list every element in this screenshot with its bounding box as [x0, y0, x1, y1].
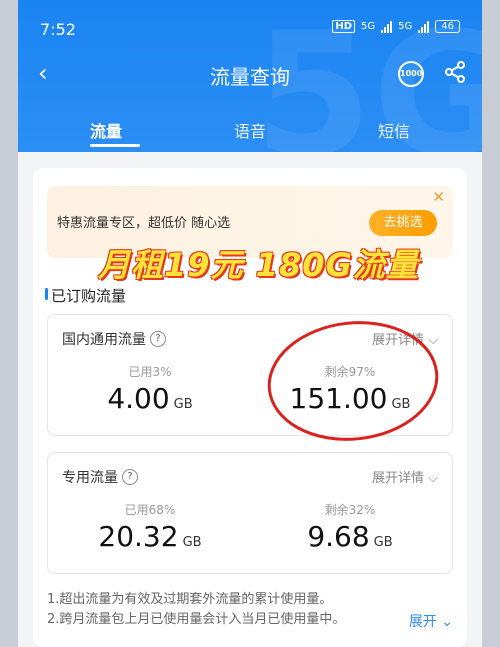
special-expand-detail[interactable]: 展开详情 ⌵ [372, 467, 438, 486]
remain-unit: GB [373, 535, 393, 550]
notes: 1.超出流量为有效及过期套外流量的累计使用量。 2.跨月流量包上月已使用量会计入… [47, 590, 345, 630]
tab-sms[interactable]: 短信 [378, 118, 410, 142]
service-10000-icon[interactable]: 1000 [398, 61, 424, 87]
help-icon[interactable]: ? [122, 469, 138, 485]
signal-icon [381, 20, 393, 33]
remain-value: 9.68 [307, 520, 370, 553]
hd-icon: HD [332, 20, 356, 33]
phone-screen: 5G 7:52 HD 5G 5G 46 ‹ 流量查询 1000 流量 语音 短信 [18, 0, 482, 647]
content-card: 特惠流量专区，超低价 随心选 去挑选 ✕ 月租19元 180G流量 已订购流量 … [33, 168, 467, 647]
domestic-title: 国内通用流量 ? [62, 329, 166, 349]
special-title-label: 专用流量 [62, 470, 118, 486]
tab-data[interactable]: 流量 [90, 118, 122, 142]
section-title: 已订购流量 [51, 287, 127, 305]
remain-label: 剩余97% [324, 365, 376, 379]
battery-icon: 46 [435, 20, 460, 33]
remain-label: 剩余32% [324, 503, 376, 517]
promo-overlay-text: 月租19元 180G流量 [98, 246, 419, 284]
promo-text: 特惠流量专区，超低价 随心选 [57, 216, 231, 231]
remain-value: 151.00 [289, 382, 388, 415]
special-data-box: 专用流量 ? 展开详情 ⌵ 已用68% 20.32 GB 剩余32% 9.68 GB [47, 452, 453, 574]
tab-voice[interactable]: 语音 [234, 118, 266, 142]
share-icon[interactable] [444, 61, 466, 87]
used-value: 4.00 [107, 382, 170, 415]
domestic-expand-detail[interactable]: 展开详情 ⌵ [372, 329, 438, 348]
used-unit: GB [182, 535, 202, 550]
tab-indicator [90, 144, 140, 147]
special-remaining: 剩余32% 9.68 GB [250, 501, 450, 553]
promo-select-button[interactable]: 去挑选 [369, 210, 437, 236]
domestic-used: 已用3% 4.00 GB [50, 363, 250, 415]
signal-icon-2 [418, 20, 430, 33]
used-unit: GB [173, 397, 193, 412]
close-icon[interactable]: ✕ [432, 188, 445, 206]
header: 5G 7:52 HD 5G 5G 46 ‹ 流量查询 1000 流量 语音 短信 [18, 0, 482, 152]
tab-bar: 流量 语音 短信 [18, 112, 482, 152]
help-icon[interactable]: ? [150, 331, 166, 347]
status-bar: 7:52 HD 5G 5G 46 [18, 0, 482, 40]
used-value: 20.32 [98, 520, 179, 553]
special-used: 已用68% 20.32 GB [50, 501, 250, 553]
used-label: 已用68% [124, 503, 176, 517]
nav-bar: ‹ 流量查询 1000 [18, 55, 482, 95]
domestic-data-box: 国内通用流量 ? 展开详情 ⌵ 已用3% 4.00 GB 剩余97% 151.00… [47, 314, 453, 436]
section-marker [45, 288, 48, 300]
remain-unit: GB [391, 397, 411, 412]
domestic-title-label: 国内通用流量 [62, 332, 146, 348]
note-2: 2.跨月流量包上月已使用量会计入当月已使用量中。 [47, 612, 346, 627]
domestic-remaining: 剩余97% 151.00 GB [250, 363, 450, 415]
status-icons: HD 5G 5G 46 [332, 20, 460, 33]
network-5g-label-1: 5G [361, 21, 376, 32]
used-label: 已用3% [128, 365, 172, 379]
expand-notes-button[interactable]: 展开 ⌄ [409, 611, 453, 631]
status-time: 7:52 [40, 20, 76, 39]
network-5g-label-2: 5G [398, 21, 413, 32]
special-title: 专用流量 ? [62, 467, 138, 487]
note-1: 1.超出流量为有效及过期套外流量的累计使用量。 [47, 592, 333, 607]
